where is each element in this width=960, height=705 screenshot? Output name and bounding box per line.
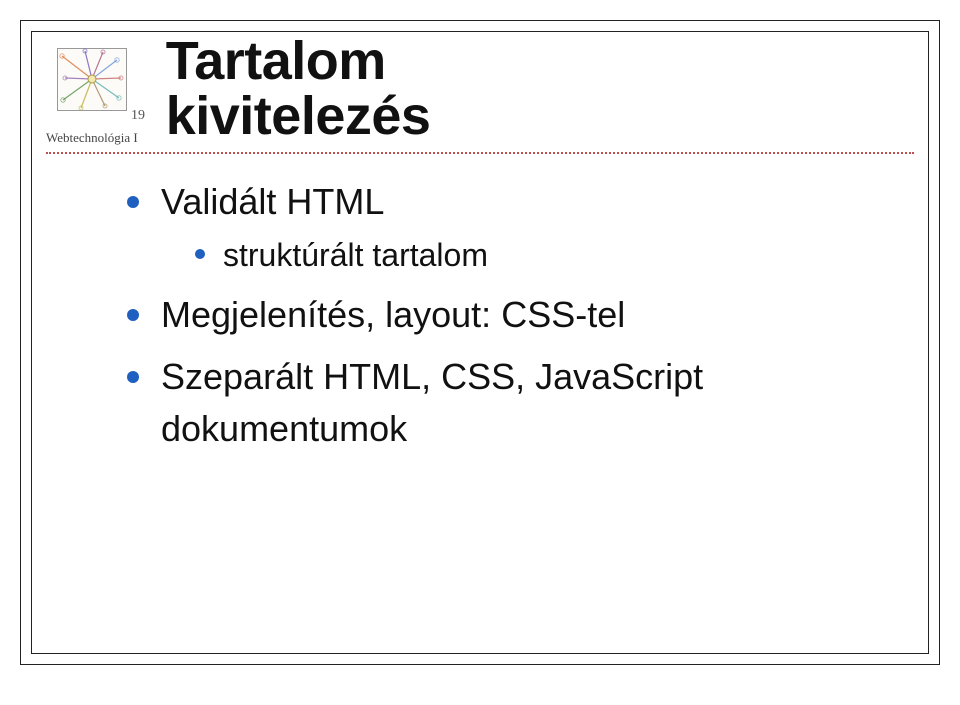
sub-bullet-list: struktúrált tartalom [161,232,888,278]
neural-network-icon [57,48,127,111]
bullet-list: Validált HTML struktúrált tartalom Megje… [127,176,888,455]
slide-title-line-1: Tartalom [166,34,914,89]
list-item: Validált HTML struktúrált tartalom [127,176,888,279]
course-label: Webtechnológia I [46,130,138,146]
header-row: Webtechnológia I Tartalom kivitelezés [32,32,928,146]
bullet-text: Megjelenítés, layout: CSS-tel [161,294,625,335]
bullet-text: Validált HTML [161,181,384,222]
slide-outer-frame: Webtechnológia I Tartalom kivitelezés 19… [20,20,940,665]
list-item: Megjelenítés, layout: CSS-tel [127,289,888,341]
bullet-text: struktúrált tartalom [223,237,488,273]
content-area: Validált HTML struktúrált tartalom Megje… [32,154,928,455]
title-column: Tartalom kivitelezés [138,34,914,146]
list-item: struktúrált tartalom [195,232,888,278]
logo-column: Webtechnológia I [46,45,138,146]
list-item: Szeparált HTML, CSS, JavaScript dokument… [127,351,888,455]
slide-inner-frame: Webtechnológia I Tartalom kivitelezés 19… [31,31,929,654]
slide-number: 19 [131,108,145,124]
slide-title-line-2: kivitelezés [166,89,914,144]
bullet-text: Szeparált HTML, CSS, JavaScript dokument… [161,356,703,449]
